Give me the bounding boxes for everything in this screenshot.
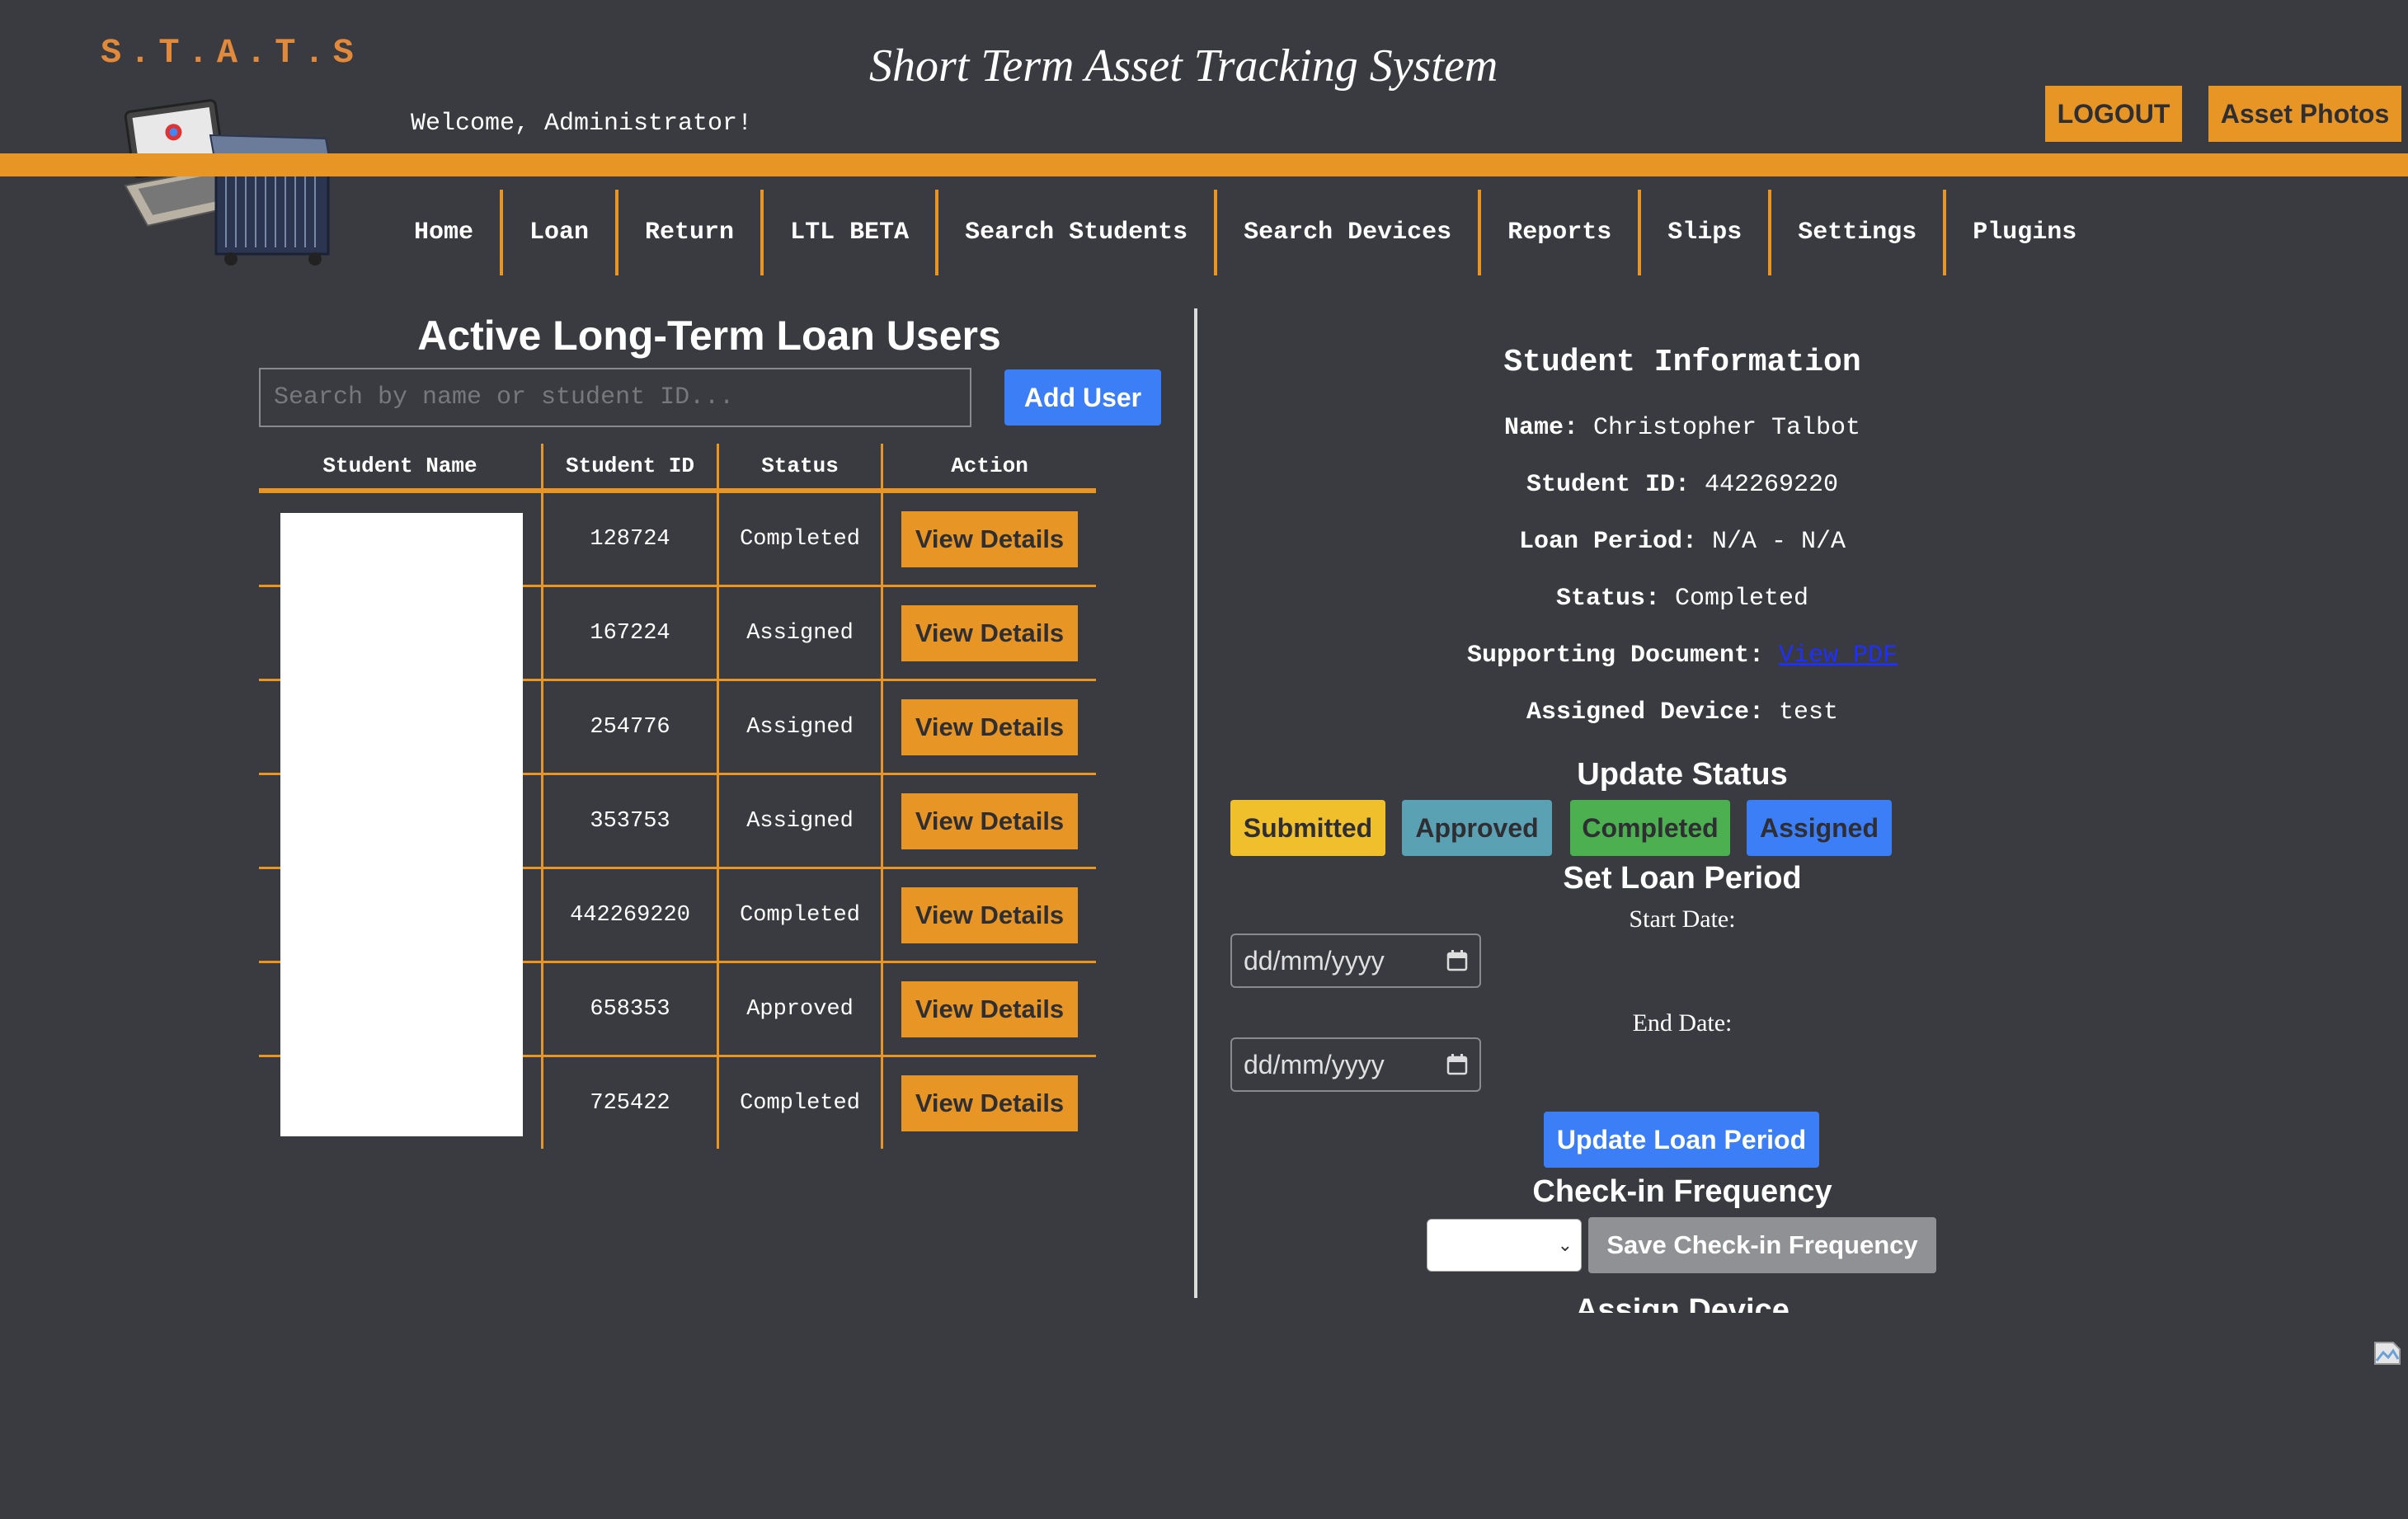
logout-button[interactable]: LOGOUT — [2045, 86, 2182, 142]
student-id-cell: 442269220 — [541, 867, 718, 962]
nav-slips[interactable]: Slips — [1641, 190, 1772, 275]
column-header-student-id[interactable]: Student ID — [541, 444, 718, 493]
info-status-label: Status: — [1555, 585, 1660, 613]
info-loan-period-row: Loan Period: N/A - N/A — [1229, 528, 2136, 556]
student-id-cell: 167224 — [541, 585, 718, 680]
view-details-button[interactable]: View Details — [901, 698, 1078, 755]
action-cell: View Details — [881, 867, 1096, 962]
main-nav: Home Loan Return LTL BETA Search Student… — [388, 190, 2103, 275]
nav-settings[interactable]: Settings — [1771, 190, 1947, 275]
chevron-down-icon: ⌄ — [1557, 1234, 1573, 1255]
view-details-button[interactable]: View Details — [901, 510, 1078, 567]
student-search-input[interactable] — [259, 368, 971, 427]
info-name-row: Name: Christopher Talbot — [1229, 414, 2136, 442]
status-assigned-button[interactable]: Assigned — [1747, 800, 1892, 856]
action-cell: View Details — [881, 679, 1096, 774]
checkin-frequency-select[interactable]: ⌄ — [1427, 1219, 1582, 1272]
end-date-input[interactable]: dd/mm/yyyy — [1230, 1037, 1481, 1092]
view-pdf-link[interactable]: View PDF — [1779, 642, 1898, 670]
status-cell: Completed — [717, 867, 882, 962]
nav-ltl-beta[interactable]: LTL BETA — [764, 190, 939, 275]
student-info-title: Student Information — [1503, 345, 1861, 380]
checkin-frequency-title: Check-in Frequency — [1532, 1174, 1832, 1209]
view-details-button[interactable]: View Details — [901, 604, 1078, 661]
info-status-row: Status: Completed — [1229, 585, 2136, 613]
welcome-message: Welcome, Administrator! — [411, 110, 753, 138]
ltl-title: Active Long-Term Loan Users — [417, 313, 1001, 359]
nav-reports[interactable]: Reports — [1481, 190, 1642, 275]
nav-loan[interactable]: Loan — [503, 190, 619, 275]
status-cell: Assigned — [717, 773, 882, 868]
student-id-cell: 128724 — [541, 491, 718, 586]
student-id-cell: 658353 — [541, 961, 718, 1056]
status-cell: Approved — [717, 961, 882, 1056]
action-cell: View Details — [881, 1055, 1096, 1149]
header-divider-bar — [0, 153, 2408, 176]
info-id-value: 442269220 — [1705, 471, 1839, 499]
status-cell: Assigned — [717, 585, 882, 680]
assign-device-title: Assign Device — [1575, 1293, 1790, 1313]
student-id-cell: 725422 — [541, 1055, 718, 1149]
info-loan-period-label: Loan Period: — [1518, 528, 1697, 556]
nav-home[interactable]: Home — [388, 190, 504, 275]
status-cell: Completed — [717, 491, 882, 586]
calendar-icon[interactable] — [1446, 949, 1468, 972]
start-date-input[interactable]: dd/mm/yyyy — [1230, 934, 1481, 988]
info-name-value: Christopher Talbot — [1592, 414, 1861, 442]
info-device-value: test — [1779, 698, 1839, 727]
nav-search-students[interactable]: Search Students — [938, 190, 1218, 275]
action-cell: View Details — [881, 491, 1096, 586]
save-checkin-frequency-button[interactable]: Save Check-in Frequency — [1588, 1217, 1936, 1273]
action-cell: View Details — [881, 961, 1096, 1056]
student-id-cell: 254776 — [541, 679, 718, 774]
nav-plugins[interactable]: Plugins — [1946, 190, 2103, 275]
info-device-label: Assigned Device: — [1526, 698, 1764, 727]
info-doc-label: Supporting Document: — [1466, 642, 1764, 670]
start-date-placeholder: dd/mm/yyyy — [1244, 945, 1385, 976]
status-cell: Assigned — [717, 679, 882, 774]
info-device-row: Assigned Device: test — [1229, 698, 2136, 727]
asset-photos-button[interactable]: Asset Photos — [2208, 86, 2401, 142]
end-date-placeholder: dd/mm/yyyy — [1244, 1049, 1385, 1079]
info-status-value: Completed — [1675, 585, 1809, 613]
view-details-button[interactable]: View Details — [901, 886, 1078, 943]
nav-search-devices[interactable]: Search Devices — [1217, 190, 1482, 275]
column-header-student-name[interactable]: Student Name — [259, 444, 543, 493]
calendar-icon[interactable] — [1446, 1053, 1468, 1076]
info-id-row: Student ID: 442269220 — [1229, 471, 2136, 499]
update-status-title: Update Status — [1577, 757, 1788, 792]
logo-text: S.T.A.T.S — [101, 33, 362, 73]
view-details-button[interactable]: View Details — [901, 792, 1078, 849]
broken-image-icon — [2374, 1342, 2401, 1365]
status-submitted-button[interactable]: Submitted — [1230, 800, 1385, 856]
action-cell: View Details — [881, 585, 1096, 680]
redaction-overlay — [280, 513, 523, 1136]
update-loan-period-button[interactable]: Update Loan Period — [1544, 1112, 1819, 1168]
add-user-button[interactable]: Add User — [1004, 369, 1161, 426]
start-date-label: Start Date: — [1629, 905, 1736, 933]
app-title: Short Term Asset Tracking System — [869, 40, 1498, 92]
column-header-status[interactable]: Status — [717, 444, 882, 493]
info-id-label: Student ID: — [1526, 471, 1690, 499]
info-loan-period-value: N/A - N/A — [1712, 528, 1846, 556]
info-name-label: Name: — [1503, 414, 1578, 442]
column-header-action: Action — [881, 444, 1096, 493]
status-completed-button[interactable]: Completed — [1570, 800, 1730, 856]
status-cell: Completed — [717, 1055, 882, 1149]
end-date-label: End Date: — [1632, 1009, 1733, 1037]
info-doc-row: Supporting Document: View PDF — [1229, 642, 2136, 670]
view-details-button[interactable]: View Details — [901, 1075, 1078, 1131]
panel-divider — [1194, 308, 1197, 1298]
view-details-button[interactable]: View Details — [901, 981, 1078, 1037]
action-cell: View Details — [881, 773, 1096, 868]
nav-return[interactable]: Return — [618, 190, 764, 275]
set-loan-period-title: Set Loan Period — [1563, 861, 1802, 896]
status-approved-button[interactable]: Approved — [1402, 800, 1552, 856]
student-id-cell: 353753 — [541, 773, 718, 868]
